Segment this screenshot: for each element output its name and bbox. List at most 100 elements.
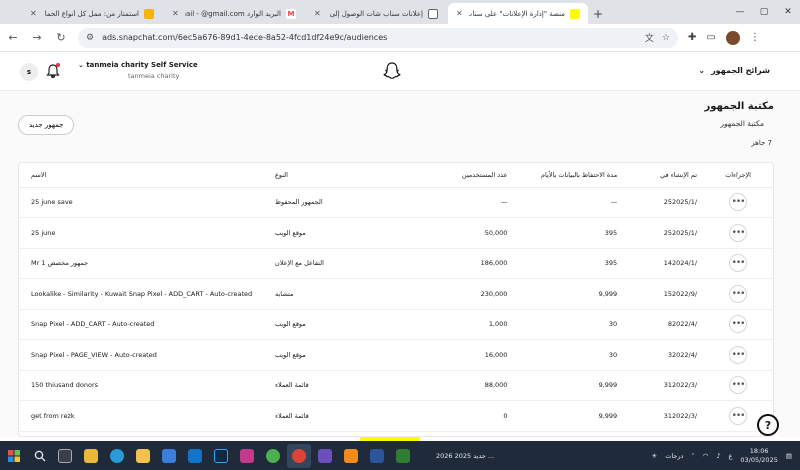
- chevron-up-icon[interactable]: ˄: [691, 452, 694, 460]
- audience-type: قائمة العملاء: [268, 370, 409, 401]
- photoshop-icon[interactable]: [209, 444, 233, 468]
- column-header-created[interactable]: تم الإنشاء في: [623, 163, 704, 188]
- close-icon[interactable]: ✕: [314, 9, 322, 18]
- column-header-name[interactable]: الاسم: [19, 163, 269, 188]
- windows-start-icon[interactable]: [0, 441, 28, 470]
- edge-icon[interactable]: [105, 444, 129, 468]
- task-view-icon[interactable]: [53, 444, 77, 468]
- column-header-type[interactable]: النوع: [268, 163, 409, 188]
- back-icon[interactable]: ←: [6, 31, 20, 44]
- close-icon[interactable]: ✕: [30, 9, 38, 18]
- news-widget[interactable]: 2026 جديد 2025 ...: [436, 452, 494, 460]
- account-switcher[interactable]: ⌄ tanmeia charity Self Service tanmeia c…: [78, 61, 198, 80]
- audience-name[interactable]: Snap Pixel - ADD_CART - Auto-created: [19, 309, 269, 340]
- new-tab-button[interactable]: +: [590, 4, 606, 24]
- more-options-icon[interactable]: •••: [729, 315, 748, 334]
- audience-created: 142024/1/: [623, 248, 704, 279]
- audience-segments-menu[interactable]: ⌄ شرائح الجمهور: [698, 66, 770, 75]
- extensions-icon[interactable]: ✚: [688, 32, 696, 43]
- menu-kebab-icon[interactable]: ⋮: [750, 32, 760, 43]
- audience-name[interactable]: 25 june save: [19, 187, 269, 218]
- browser-tab-2[interactable]: ✕ إعلانات سناب شات الوصول إلى: [306, 3, 446, 24]
- app-icon[interactable]: [235, 444, 259, 468]
- folder-icon[interactable]: [131, 444, 155, 468]
- audience-name[interactable]: 150 thiusand donors: [19, 370, 269, 401]
- app-icon[interactable]: [79, 444, 103, 468]
- audience-name[interactable]: 25 june: [19, 217, 269, 249]
- audience-name[interactable]: Snap Pixel - PAGE_VIEW - Auto-created: [19, 339, 269, 371]
- audience-retention: 30: [513, 339, 624, 371]
- weather-icon[interactable]: ☀: [651, 452, 657, 460]
- table-row[interactable]: get from rezk قائمة العملاء 0 9,999 3120…: [19, 400, 773, 432]
- table-row[interactable]: Snap Pixel - PAGE_VIEW - Auto-created مو…: [19, 339, 773, 371]
- more-options-icon[interactable]: •••: [729, 193, 748, 212]
- app-header: s ⌄ tanmeia charity Self Service tanmeia…: [0, 53, 800, 91]
- new-audience-button[interactable]: جمهور جديد: [18, 115, 75, 135]
- app-icon[interactable]: [391, 444, 415, 468]
- help-button[interactable]: ?: [757, 414, 779, 436]
- weather-label[interactable]: درجات: [665, 452, 683, 460]
- more-options-icon[interactable]: •••: [729, 254, 748, 273]
- breadcrumb[interactable]: مكتبة الجمهور: [720, 119, 764, 128]
- audience-name[interactable]: get from rezk: [19, 400, 269, 432]
- app-icon[interactable]: [313, 444, 337, 468]
- audience-name[interactable]: Lookalike - Similarity - Kuwait Snap Pix…: [19, 278, 269, 310]
- avatar[interactable]: s: [20, 63, 38, 81]
- table-row[interactable]: 150 thiusand donors قائمة العملاء 88,000…: [19, 370, 773, 401]
- word-icon[interactable]: [365, 444, 389, 468]
- chrome-icon[interactable]: [261, 444, 285, 468]
- browser-tab-3[interactable]: ✕ منصة "إدارة الإعلانات" على سناب: [448, 3, 588, 24]
- profile-avatar[interactable]: [725, 30, 740, 45]
- maximize-icon[interactable]: ▢: [752, 0, 776, 24]
- more-options-icon[interactable]: •••: [729, 376, 748, 395]
- close-icon[interactable]: ✕: [456, 9, 464, 18]
- chevron-down-icon: ⌄: [698, 66, 706, 75]
- vlc-icon[interactable]: [339, 444, 363, 468]
- site-info-icon[interactable]: ⚙: [86, 33, 94, 43]
- sidebar-icon[interactable]: ▭: [706, 32, 715, 43]
- column-header-users[interactable]: عدد المستخدمين: [408, 163, 514, 188]
- audience-created: 312022/3/: [623, 400, 704, 432]
- translate-icon[interactable]: 文: [645, 31, 654, 44]
- close-icon[interactable]: ✕: [172, 9, 180, 18]
- ready-count: 7 جاهز: [751, 139, 772, 147]
- wifi-icon[interactable]: ◠: [703, 452, 709, 460]
- audience-users: 0: [408, 400, 514, 432]
- audience-name[interactable]: Mr 1 جمهور مخصص: [19, 248, 269, 279]
- store-icon[interactable]: [157, 444, 181, 468]
- column-header-retention[interactable]: مدة الاحتفاظ بالبيانات بالأيام: [513, 163, 624, 188]
- notifications-icon[interactable]: ▤: [786, 452, 792, 460]
- mail-icon[interactable]: [183, 444, 207, 468]
- bookmark-star-icon[interactable]: ☆: [662, 33, 670, 43]
- audience-type: موقع الويب: [268, 339, 409, 371]
- more-options-icon[interactable]: •••: [729, 406, 748, 425]
- more-options-icon[interactable]: •••: [729, 284, 748, 303]
- audience-type: التفاعل مع الإعلان: [268, 248, 409, 279]
- clock[interactable]: 18:06 03/05/2025: [740, 447, 777, 465]
- audience-type: متشابه: [268, 278, 409, 310]
- table-row[interactable]: 25 june موقع الويب 50,000 395 252025/1/ …: [19, 217, 773, 249]
- audience-created: 82022/4/: [623, 309, 704, 340]
- audience-retention: 9,999: [513, 370, 624, 401]
- forward-icon[interactable]: →: [30, 31, 44, 44]
- browser-tab-1[interactable]: ✕ البريد الوارد Gmail - @gmail.com M: [164, 3, 304, 24]
- more-options-icon[interactable]: •••: [729, 345, 748, 364]
- search-icon[interactable]: [28, 450, 52, 462]
- browser-tab-0[interactable]: ✕ استمتار من: ممل كل أنواع الحما: [22, 3, 162, 24]
- snapchat-ghost-icon[interactable]: [382, 61, 402, 81]
- table-row[interactable]: Mr 1 جمهور مخصص التفاعل مع الإعلان 186,0…: [19, 248, 773, 279]
- language-indicator[interactable]: ع: [728, 452, 732, 460]
- volume-icon[interactable]: ♪: [716, 452, 720, 460]
- table-row[interactable]: Snap Pixel - ADD_CART - Auto-created موق…: [19, 309, 773, 340]
- reload-icon[interactable]: ↻: [54, 31, 68, 44]
- more-options-icon[interactable]: •••: [729, 223, 748, 242]
- close-window-icon[interactable]: ✕: [776, 0, 800, 24]
- chrome-icon[interactable]: [287, 443, 311, 468]
- minimize-icon[interactable]: —: [728, 0, 752, 24]
- audience-created: 312022/3/: [623, 370, 704, 401]
- address-bar[interactable]: ⚙ ads.snapchat.com/6ec5a676-89d1-4ece-8a…: [78, 27, 678, 48]
- os-taskbar: 2026 جديد 2025 ... ☀ درجات ˄ ◠ ♪ ع 18:06…: [0, 441, 800, 470]
- bell-icon[interactable]: [46, 63, 60, 79]
- table-row[interactable]: Lookalike - Similarity - Kuwait Snap Pix…: [19, 278, 773, 310]
- table-row[interactable]: 25 june save الجمهور المحفوظ — — 252025/…: [19, 187, 773, 218]
